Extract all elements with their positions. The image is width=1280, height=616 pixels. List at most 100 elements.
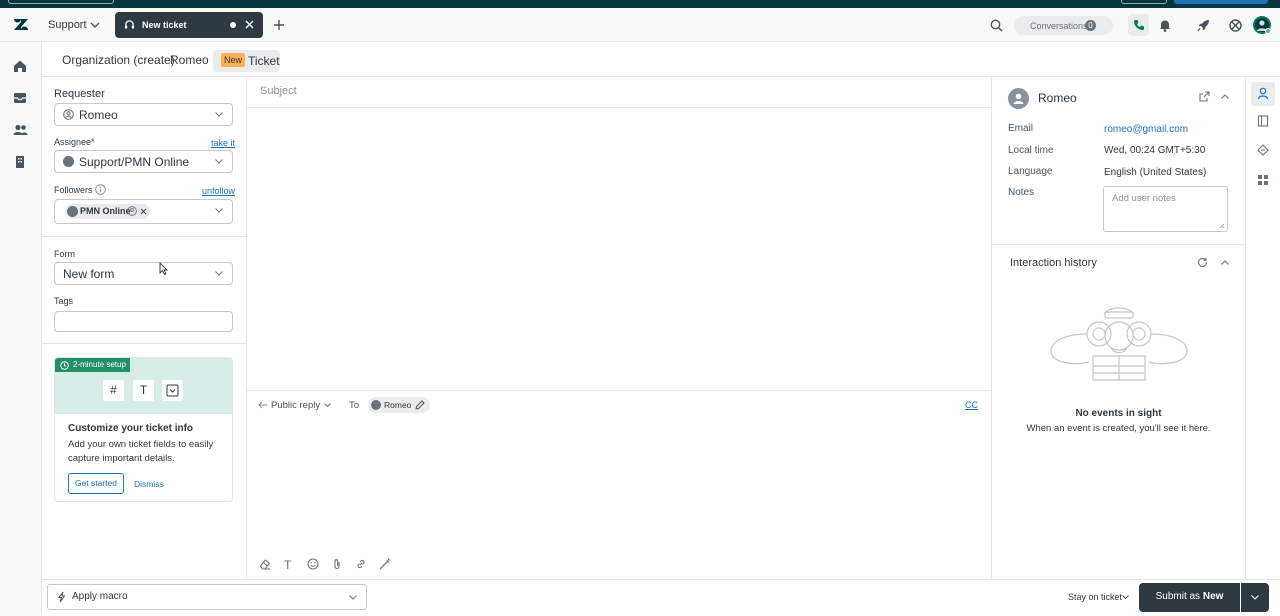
- assignee-field[interactable]: Support/PMN Online: [54, 150, 233, 173]
- breadcrumb-ticket[interactable]: New Ticket: [213, 50, 280, 72]
- workspace-chevron-icon[interactable]: [90, 22, 100, 28]
- remove-follower-icon[interactable]: [140, 208, 147, 215]
- breadcrumb-user[interactable]: Romeo: [162, 50, 217, 72]
- chevron-down-icon: [215, 271, 223, 276]
- conversations-count: 0: [1085, 20, 1096, 31]
- tab-new-ticket-label: New ticket: [142, 20, 187, 30]
- apps-grid-icon[interactable]: [1257, 174, 1269, 186]
- user-context-panel: Romeo Email romeo@gmail.com Local time W…: [991, 77, 1245, 579]
- workspace-label[interactable]: Support: [48, 19, 87, 31]
- divider: [42, 343, 247, 344]
- setup-card-banner: 2-minute setup # T: [55, 358, 232, 414]
- add-tab-icon[interactable]: [273, 19, 285, 31]
- reply-mode-selector[interactable]: Public reply: [271, 400, 320, 411]
- text-field-icon: T: [133, 380, 154, 401]
- customers-icon[interactable]: [13, 123, 29, 139]
- ai-assist-icon[interactable]: [1257, 144, 1269, 156]
- interaction-history-title: Interaction history: [1010, 257, 1097, 269]
- top-strip-button-mid[interactable]: [1121, 0, 1167, 4]
- submit-status: New: [1202, 591, 1224, 602]
- collapse-chevron-up-icon[interactable]: [1221, 94, 1229, 99]
- setup-card-title: Customize your ticket info: [68, 423, 194, 434]
- get-started-button[interactable]: Get started: [68, 473, 124, 494]
- submit-button[interactable]: Submit as New: [1139, 583, 1240, 612]
- empty-state-text: When an event is created, you'll see it …: [1026, 423, 1211, 434]
- bottom-action-bar: Apply macro Stay on ticket Submit as New: [42, 579, 1280, 616]
- phone-icon: [1133, 19, 1145, 31]
- search-icon[interactable]: [990, 19, 1003, 32]
- link-icon[interactable]: [355, 558, 367, 570]
- close-tab-icon[interactable]: [245, 20, 254, 29]
- breadcrumb: Organization (create) Romeo New Ticket: [42, 42, 1280, 77]
- form-label: Form: [54, 249, 75, 259]
- local-time-label: Local time: [1008, 145, 1054, 156]
- stay-chevron-icon[interactable]: [1122, 595, 1129, 600]
- reply-arrow-icon: [258, 401, 268, 409]
- tags-input[interactable]: [54, 311, 233, 332]
- views-inbox-icon[interactable]: [13, 91, 29, 107]
- notes-placeholder: Add user notes: [1112, 193, 1176, 204]
- knowledge-book-icon[interactable]: [1257, 115, 1269, 127]
- unsaved-dot-icon: [230, 22, 236, 28]
- user-context-tab[interactable]: [1251, 82, 1275, 106]
- conversation-area: [247, 108, 991, 390]
- form-select[interactable]: New form: [54, 262, 233, 285]
- binoculars-illustration-icon: [1049, 304, 1189, 384]
- tags-label: Tags: [54, 296, 74, 306]
- conversations-button[interactable]: Conversations 0: [1014, 16, 1113, 35]
- notifications-bell-icon[interactable]: [1159, 19, 1171, 32]
- top-strip-button-left[interactable]: [8, 0, 114, 4]
- rocket-icon[interactable]: [1197, 19, 1210, 32]
- submit-options-button[interactable]: [1241, 583, 1269, 612]
- notes-label: Notes: [1008, 187, 1035, 198]
- chevron-down-icon: [215, 208, 223, 213]
- refresh-icon[interactable]: [1197, 257, 1208, 268]
- open-external-icon[interactable]: [1199, 91, 1210, 102]
- collapse-history-chevron-icon[interactable]: [1221, 260, 1229, 265]
- dismiss-button[interactable]: Dismiss: [134, 479, 164, 489]
- stay-on-ticket-selector[interactable]: Stay on ticket: [1068, 592, 1122, 602]
- top-strip: [0, 0, 1280, 8]
- attachment-icon[interactable]: [333, 558, 341, 570]
- followers-field[interactable]: PMN Online: [54, 199, 233, 224]
- take-it-link[interactable]: take it: [211, 138, 235, 148]
- emoji-icon[interactable]: [307, 558, 319, 570]
- magic-wand-icon[interactable]: [379, 558, 391, 570]
- eraser-icon[interactable]: [259, 558, 271, 570]
- top-strip-button-right[interactable]: [1174, 0, 1268, 4]
- unfollow-link[interactable]: unfollow: [202, 186, 235, 196]
- apply-macro-select[interactable]: Apply macro: [47, 584, 367, 610]
- reply-mode-chevron-icon[interactable]: [324, 403, 331, 408]
- zendesk-logo-icon[interactable]: [14, 18, 28, 31]
- clock-icon: [60, 361, 69, 370]
- new-status-badge: New: [221, 53, 246, 67]
- chevron-down-icon: [215, 159, 223, 164]
- empty-state-title: No events in sight: [1075, 408, 1162, 419]
- ticket-editor: Subject Public reply To Romeo CC T: [247, 77, 991, 579]
- home-icon[interactable]: [13, 59, 29, 75]
- apps-grid-icon[interactable]: [1229, 19, 1242, 32]
- language-label: Language: [1008, 166, 1053, 177]
- submit-prefix: Submit as: [1155, 591, 1203, 602]
- email-value[interactable]: romeo@gmail.com: [1104, 124, 1188, 135]
- recipient-label: Romeo: [384, 400, 412, 410]
- setup-card: 2-minute setup # T Customize your ticket…: [54, 357, 233, 502]
- info-icon[interactable]: [95, 184, 106, 195]
- subject-input[interactable]: Subject: [260, 85, 297, 97]
- organizations-icon[interactable]: [13, 155, 29, 171]
- tab-new-ticket[interactable]: New ticket: [115, 12, 263, 38]
- user-avatar[interactable]: [1253, 16, 1271, 34]
- language-value: English (United States): [1104, 167, 1207, 178]
- phone-button[interactable]: [1128, 14, 1149, 36]
- chevron-down-icon: [349, 595, 357, 600]
- notes-textarea[interactable]: Add user notes: [1103, 186, 1228, 232]
- cc-link[interactable]: CC: [965, 400, 978, 410]
- resize-handle-icon[interactable]: [1219, 223, 1225, 229]
- recipient-chip[interactable]: Romeo: [368, 397, 430, 413]
- follower-chip[interactable]: PMN Online: [65, 204, 150, 219]
- text-format-icon[interactable]: T: [284, 558, 291, 572]
- edit-pencil-icon[interactable]: [415, 400, 425, 410]
- requester-field[interactable]: Romeo: [54, 103, 233, 126]
- reply-body-input[interactable]: [247, 422, 991, 552]
- customer-name[interactable]: Romeo: [1038, 91, 1077, 105]
